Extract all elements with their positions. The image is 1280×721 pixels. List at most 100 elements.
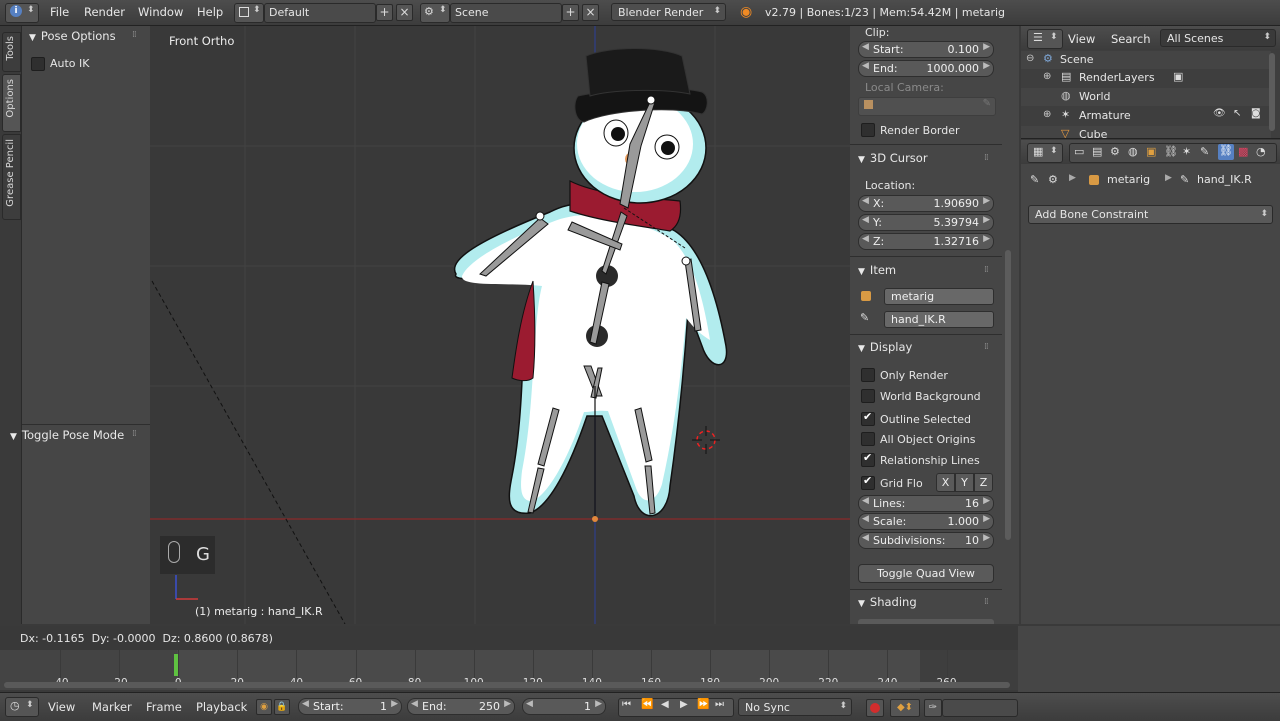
jump-end-icon[interactable]: ⏭ (715, 699, 724, 710)
increment-arrow-icon[interactable]: ▶ (983, 234, 990, 244)
increment-arrow-icon[interactable]: ▶ (595, 699, 602, 709)
expand-toggle-icon[interactable]: ⊖ (1026, 53, 1034, 64)
cursor-z-field[interactable]: ◀ Z: 1.32716 ▶ (858, 233, 994, 250)
bone-tab-icon[interactable]: ✎ (1200, 145, 1209, 158)
render-tab-icon[interactable]: ▭ (1074, 145, 1084, 158)
end-frame-field[interactable]: ◀ End: 250 ▶ (407, 698, 515, 715)
increment-arrow-icon[interactable]: ▶ (983, 196, 990, 206)
properties-scrollbar-track[interactable] (1005, 250, 1011, 540)
render-border-checkbox[interactable] (861, 123, 875, 137)
panel-grip-icon[interactable]: ⁞⁞ (132, 429, 137, 439)
increment-arrow-icon[interactable]: ▶ (391, 699, 398, 709)
timeline-frame-menu[interactable]: Frame (146, 700, 182, 714)
decrement-arrow-icon[interactable]: ◀ (862, 514, 869, 524)
next-keyframe-icon[interactable]: ⏩ (697, 699, 709, 710)
decrement-arrow-icon[interactable]: ◀ (526, 699, 533, 709)
outline-selected-checkbox[interactable] (861, 410, 875, 426)
texture-tab-icon[interactable]: ▩ (1238, 145, 1248, 158)
3d-cursor-header[interactable]: ▼ 3D Cursor (858, 151, 928, 165)
decrement-arrow-icon[interactable]: ◀ (862, 234, 869, 244)
auto-ik-checkbox[interactable] (31, 57, 45, 71)
add-scene-button[interactable]: + (562, 4, 579, 21)
remove-layout-button[interactable]: × (396, 4, 413, 21)
info-editor-icon[interactable]: i ⬍ (5, 3, 39, 23)
increment-arrow-icon[interactable]: ▶ (983, 61, 990, 71)
axis-x-toggle[interactable]: X (936, 473, 955, 492)
axis-z-toggle[interactable]: Z (974, 473, 993, 492)
eyedropper-icon[interactable]: ✎ (983, 98, 991, 109)
panel-grip-icon[interactable]: ⁞⁞ (984, 342, 989, 352)
decrement-arrow-icon[interactable]: ◀ (411, 699, 418, 709)
outliner-row-world[interactable]: ◍ World (1021, 88, 1271, 106)
scene-tab-icon[interactable]: ⚙ (1110, 145, 1120, 158)
timeline-playback-menu[interactable]: Playback (196, 700, 247, 714)
axis-y-toggle[interactable]: Y (955, 473, 974, 492)
jump-start-icon[interactable]: ⏮ (622, 699, 631, 710)
outliner-row-cube[interactable]: ▽ Cube (1021, 126, 1271, 138)
local-camera-field[interactable]: ✎ (858, 97, 996, 116)
remove-scene-button[interactable]: × (582, 4, 599, 21)
add-layout-button[interactable]: + (376, 4, 393, 21)
world-background-checkbox[interactable] (861, 389, 875, 403)
physics-tab-icon[interactable]: ◔ (1256, 145, 1266, 158)
item-header[interactable]: ▼ Item (858, 263, 896, 277)
pose-options-header[interactable]: ▼ Pose Options (29, 29, 116, 43)
relationship-lines-checkbox[interactable] (861, 451, 875, 467)
object-tab-icon[interactable]: ▣ (1146, 145, 1156, 158)
constraints-tab-icon[interactable]: ⛓ (1164, 145, 1178, 158)
toggle-pose-mode-header[interactable]: ▼ Toggle Pose Mode (10, 428, 124, 442)
timeline-view-menu[interactable]: View (48, 700, 75, 714)
world-tab-icon[interactable]: ◍ (1128, 145, 1138, 158)
shading-header[interactable]: ▼ Shading (858, 595, 917, 609)
record-icon[interactable] (866, 699, 884, 717)
grid-lines-field[interactable]: ◀ Lines: 16 ▶ (858, 495, 994, 512)
timeline[interactable]: -40-200204060801001201401601802002202402… (0, 650, 1018, 690)
play-reverse-icon[interactable]: ◀ (661, 699, 669, 710)
start-frame-field[interactable]: ◀ Start: 1 ▶ (298, 698, 402, 715)
outliner-row-scene[interactable]: ⊖ ⚙ Scene (1021, 51, 1271, 69)
decrement-arrow-icon[interactable]: ◀ (862, 196, 869, 206)
only-render-checkbox[interactable] (861, 368, 875, 382)
select-arrow-icon[interactable]: ↖ (1233, 108, 1241, 119)
decrement-arrow-icon[interactable]: ◀ (862, 42, 869, 52)
visibility-eye-icon[interactable]: 👁 (1213, 108, 1226, 119)
increment-arrow-icon[interactable]: ▶ (983, 215, 990, 225)
timeline-marker-menu[interactable]: Marker (92, 700, 132, 714)
play-icon[interactable]: ▶ (680, 699, 688, 710)
panel-grip-icon[interactable]: ⁞⁞ (984, 265, 989, 275)
sync-mode-select[interactable]: No Sync ⬍ (738, 698, 852, 716)
cursor-y-field[interactable]: ◀ Y: 5.39794 ▶ (858, 214, 994, 231)
scene-icon[interactable]: ⚙ ⬍ (420, 3, 450, 23)
outliner-row-armature[interactable]: ⊕ ✶ Armature 👁 ↖ ◙ (1021, 107, 1271, 125)
outliner-row-renderlayers[interactable]: ⊕ ▤ RenderLayers ▣ (1021, 69, 1271, 87)
increment-arrow-icon[interactable]: ▶ (983, 533, 990, 543)
tab-tools[interactable]: Tools (2, 32, 21, 72)
menu-window[interactable]: Window (138, 5, 183, 19)
decrement-arrow-icon[interactable]: ◀ (862, 496, 869, 506)
panel-grip-icon[interactable]: ⁞⁞ (984, 153, 989, 163)
menu-help[interactable]: Help (197, 5, 223, 19)
panel-grip-icon[interactable]: ⁞⁞ (984, 597, 989, 607)
outliner-scrollbar[interactable] (1269, 53, 1275, 131)
clip-start-field[interactable]: ◀ Start: 0.100 ▶ (858, 41, 994, 58)
3d-viewport[interactable]: Front Ortho G (1) metarig : hand_IK.R (150, 26, 850, 624)
timeline-editor-icon[interactable]: ◷ ⬍ (5, 697, 39, 717)
menu-render[interactable]: Render (84, 5, 125, 19)
screen-layout-icon[interactable]: ⬍ (234, 3, 264, 23)
clip-end-field[interactable]: ◀ End: 1000.000 ▶ (858, 60, 994, 77)
increment-arrow-icon[interactable]: ▶ (983, 42, 990, 52)
item-object-name-field[interactable]: metarig (884, 288, 994, 305)
pin-icon[interactable]: ✎ (1030, 173, 1039, 186)
timeline-scrollbar[interactable] (4, 682, 1010, 688)
render-layers-tab-icon[interactable]: ▤ (1092, 145, 1102, 158)
decrement-arrow-icon[interactable]: ◀ (862, 61, 869, 71)
bone-constraints-tab-icon[interactable]: ⛓ (1218, 144, 1234, 160)
keying-set-field[interactable] (942, 699, 1018, 717)
shading-dropdown-partial[interactable] (858, 619, 994, 624)
scene-field[interactable]: Scene (450, 3, 562, 23)
expand-toggle-icon[interactable]: ⊕ (1043, 109, 1051, 120)
tab-options[interactable]: Options (2, 74, 21, 132)
increment-arrow-icon[interactable]: ▶ (983, 514, 990, 524)
item-bone-name-field[interactable]: hand_IK.R (884, 311, 994, 328)
keyframe-insert-icon[interactable]: ✑ (924, 699, 942, 717)
